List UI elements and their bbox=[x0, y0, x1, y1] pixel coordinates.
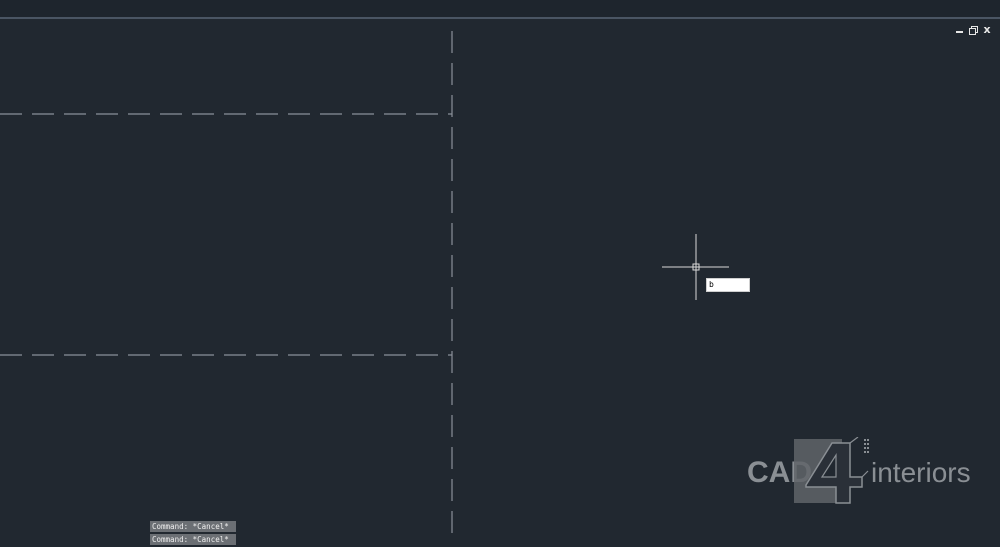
viewport-window-controls: x bbox=[954, 24, 992, 36]
restore-icon[interactable] bbox=[968, 24, 978, 36]
logo-text-interiors: interiors bbox=[871, 457, 971, 488]
viewport-top-strip bbox=[0, 0, 1000, 17]
logo-four-mark-icon bbox=[794, 437, 869, 504]
command-history: Command: *Cancel* Command: *Cancel* bbox=[150, 521, 236, 547]
close-icon[interactable]: x bbox=[982, 24, 992, 36]
minimize-icon[interactable] bbox=[954, 24, 964, 36]
cad4interiors-watermark: CAD interiors bbox=[745, 437, 985, 507]
command-history-line: Command: *Cancel* bbox=[150, 521, 236, 532]
dynamic-input-field[interactable] bbox=[706, 278, 750, 292]
